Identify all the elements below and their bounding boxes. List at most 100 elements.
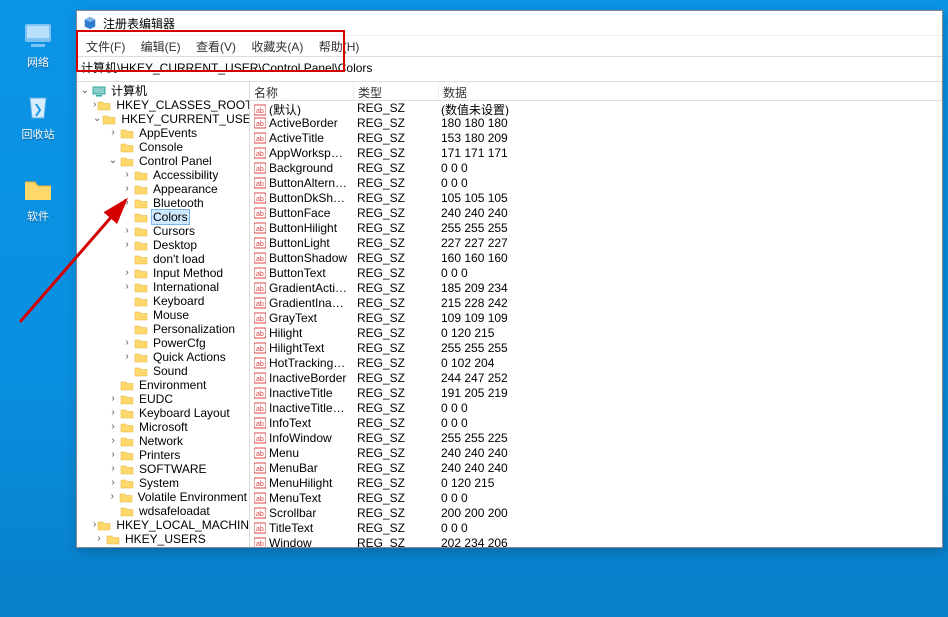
twisty-closed-icon[interactable]: ›: [93, 518, 96, 532]
twisty-closed-icon[interactable]: ›: [107, 406, 119, 420]
table-row[interactable]: abButtonAlternat...REG_SZ0 0 0: [250, 176, 942, 191]
table-row[interactable]: abMenuREG_SZ240 240 240: [250, 446, 942, 461]
tree-item[interactable]: Keyboard: [121, 294, 249, 308]
table-row[interactable]: ab(默认)REG_SZ(数值未设置): [250, 101, 942, 116]
table-row[interactable]: abInfoWindowREG_SZ255 255 225: [250, 431, 942, 446]
twisty-closed-icon[interactable]: ›: [121, 196, 133, 210]
table-row[interactable]: abWindowREG_SZ202 234 206: [250, 536, 942, 547]
twisty-open-icon[interactable]: ⌄: [93, 112, 101, 126]
tree-item[interactable]: Environment: [107, 378, 249, 392]
tree-item[interactable]: ›Desktop: [121, 238, 249, 252]
twisty-closed-icon[interactable]: ›: [107, 420, 119, 434]
twisty-closed-icon[interactable]: ›: [107, 392, 119, 406]
twisty-closed-icon[interactable]: ›: [121, 224, 133, 238]
tree-item[interactable]: ⌄计算机: [79, 84, 249, 98]
table-row[interactable]: abInactiveBorderREG_SZ244 247 252: [250, 371, 942, 386]
menu-edit[interactable]: 编辑(E): [135, 36, 187, 57]
tree-item[interactable]: ›Microsoft: [107, 420, 249, 434]
table-row[interactable]: abButtonLightREG_SZ227 227 227: [250, 236, 942, 251]
twisty-closed-icon[interactable]: ›: [121, 168, 133, 182]
tree-item[interactable]: Console: [107, 140, 249, 154]
twisty-closed-icon[interactable]: ›: [121, 182, 133, 196]
table-row[interactable]: abGrayTextREG_SZ109 109 109: [250, 311, 942, 326]
table-row[interactable]: abActiveTitleREG_SZ153 180 209: [250, 131, 942, 146]
table-row[interactable]: abInfoTextREG_SZ0 0 0: [250, 416, 942, 431]
tree-item[interactable]: ›HKEY_LOCAL_MACHINE: [93, 518, 249, 532]
table-row[interactable]: abButtonTextREG_SZ0 0 0: [250, 266, 942, 281]
twisty-closed-icon[interactable]: ›: [107, 448, 119, 462]
twisty-open-icon[interactable]: ⌄: [107, 154, 119, 168]
twisty-closed-icon[interactable]: ›: [93, 98, 96, 112]
registry-tree[interactable]: ⌄计算机›HKEY_CLASSES_ROOT⌄HKEY_CURRENT_USER…: [77, 82, 250, 547]
tree-item[interactable]: ›EUDC: [107, 392, 249, 406]
tree-item[interactable]: ›Cursors: [121, 224, 249, 238]
tree-item[interactable]: Personalization: [121, 322, 249, 336]
tree-item[interactable]: ›PowerCfg: [121, 336, 249, 350]
tree-item[interactable]: ⌄HKEY_CURRENT_USER: [93, 112, 249, 126]
table-row[interactable]: abAppWorkspaceREG_SZ171 171 171: [250, 146, 942, 161]
table-row[interactable]: abBackgroundREG_SZ0 0 0: [250, 161, 942, 176]
twisty-closed-icon[interactable]: ›: [121, 238, 133, 252]
tree-item[interactable]: Sound: [121, 364, 249, 378]
twisty-closed-icon[interactable]: ›: [107, 434, 119, 448]
table-row[interactable]: abGradientActiveT...REG_SZ185 209 234: [250, 281, 942, 296]
table-row[interactable]: abInactiveTitleTextREG_SZ0 0 0: [250, 401, 942, 416]
desktop-icon-software[interactable]: 软件: [14, 172, 62, 224]
col-data[interactable]: 数据: [439, 82, 942, 100]
twisty-closed-icon[interactable]: ›: [107, 476, 119, 490]
col-type[interactable]: 类型: [354, 82, 439, 100]
tree-item[interactable]: ›International: [121, 280, 249, 294]
tree-item[interactable]: ›AppEvents: [107, 126, 249, 140]
tree-item[interactable]: ⌄Control Panel: [107, 154, 249, 168]
desktop-icon-recycle[interactable]: 回收站: [14, 90, 62, 142]
table-row[interactable]: abMenuTextREG_SZ0 0 0: [250, 491, 942, 506]
twisty-closed-icon[interactable]: ›: [121, 336, 133, 350]
twisty-closed-icon[interactable]: ›: [107, 490, 118, 504]
tree-item[interactable]: ›Network: [107, 434, 249, 448]
titlebar[interactable]: 注册表编辑器: [77, 11, 942, 36]
twisty-closed-icon[interactable]: ›: [121, 280, 133, 294]
tree-item[interactable]: don't load: [121, 252, 249, 266]
table-row[interactable]: abActiveBorderREG_SZ180 180 180: [250, 116, 942, 131]
menu-view[interactable]: 查看(V): [190, 36, 242, 57]
twisty-closed-icon[interactable]: ›: [107, 126, 119, 140]
tree-item[interactable]: ›SOFTWARE: [107, 462, 249, 476]
tree-item[interactable]: ›Quick Actions: [121, 350, 249, 364]
tree-item[interactable]: ›Bluetooth: [121, 196, 249, 210]
tree-item[interactable]: ›HKEY_CURRENT_CONFIG: [93, 546, 249, 547]
tree-item[interactable]: ›Accessibility: [121, 168, 249, 182]
table-row[interactable]: abTitleTextREG_SZ0 0 0: [250, 521, 942, 536]
twisty-closed-icon[interactable]: ›: [93, 546, 96, 547]
tree-item[interactable]: Mouse: [121, 308, 249, 322]
col-name[interactable]: 名称: [250, 82, 354, 100]
table-row[interactable]: abScrollbarREG_SZ200 200 200: [250, 506, 942, 521]
twisty-closed-icon[interactable]: ›: [107, 462, 119, 476]
menu-file[interactable]: 文件(F): [80, 36, 131, 57]
twisty-closed-icon[interactable]: ›: [121, 350, 133, 364]
tree-item[interactable]: ›Keyboard Layout: [107, 406, 249, 420]
table-row[interactable]: abHotTrackingCol...REG_SZ0 102 204: [250, 356, 942, 371]
tree-item[interactable]: ›Printers: [107, 448, 249, 462]
tree-item[interactable]: ›HKEY_CLASSES_ROOT: [93, 98, 249, 112]
desktop-icon-network[interactable]: 网络: [14, 18, 62, 70]
menu-help[interactable]: 帮助(H): [313, 36, 366, 57]
tree-item[interactable]: wdsafeloadat: [107, 504, 249, 518]
menu-fav[interactable]: 收藏夹(A): [245, 36, 309, 57]
value-list[interactable]: 名称 类型 数据 ab(默认)REG_SZ(数值未设置)abActiveBord…: [250, 82, 942, 547]
twisty-open-icon[interactable]: ⌄: [79, 84, 91, 98]
table-row[interactable]: abButtonHilightREG_SZ255 255 255: [250, 221, 942, 236]
table-row[interactable]: abButtonShadowREG_SZ160 160 160: [250, 251, 942, 266]
tree-item[interactable]: ›Volatile Environment: [107, 490, 249, 504]
table-row[interactable]: abMenuHilightREG_SZ0 120 215: [250, 476, 942, 491]
table-row[interactable]: abInactiveTitleREG_SZ191 205 219: [250, 386, 942, 401]
table-row[interactable]: abButtonFaceREG_SZ240 240 240: [250, 206, 942, 221]
table-row[interactable]: abButtonDkShad...REG_SZ105 105 105: [250, 191, 942, 206]
twisty-closed-icon[interactable]: ›: [121, 266, 133, 280]
twisty-closed-icon[interactable]: ›: [93, 532, 105, 546]
table-row[interactable]: abMenuBarREG_SZ240 240 240: [250, 461, 942, 476]
tree-item[interactable]: ›HKEY_USERS: [93, 532, 249, 546]
table-row[interactable]: abHilightTextREG_SZ255 255 255: [250, 341, 942, 356]
table-row[interactable]: abHilightREG_SZ0 120 215: [250, 326, 942, 341]
table-row[interactable]: abGradientInactiv...REG_SZ215 228 242: [250, 296, 942, 311]
tree-item[interactable]: ›Appearance: [121, 182, 249, 196]
